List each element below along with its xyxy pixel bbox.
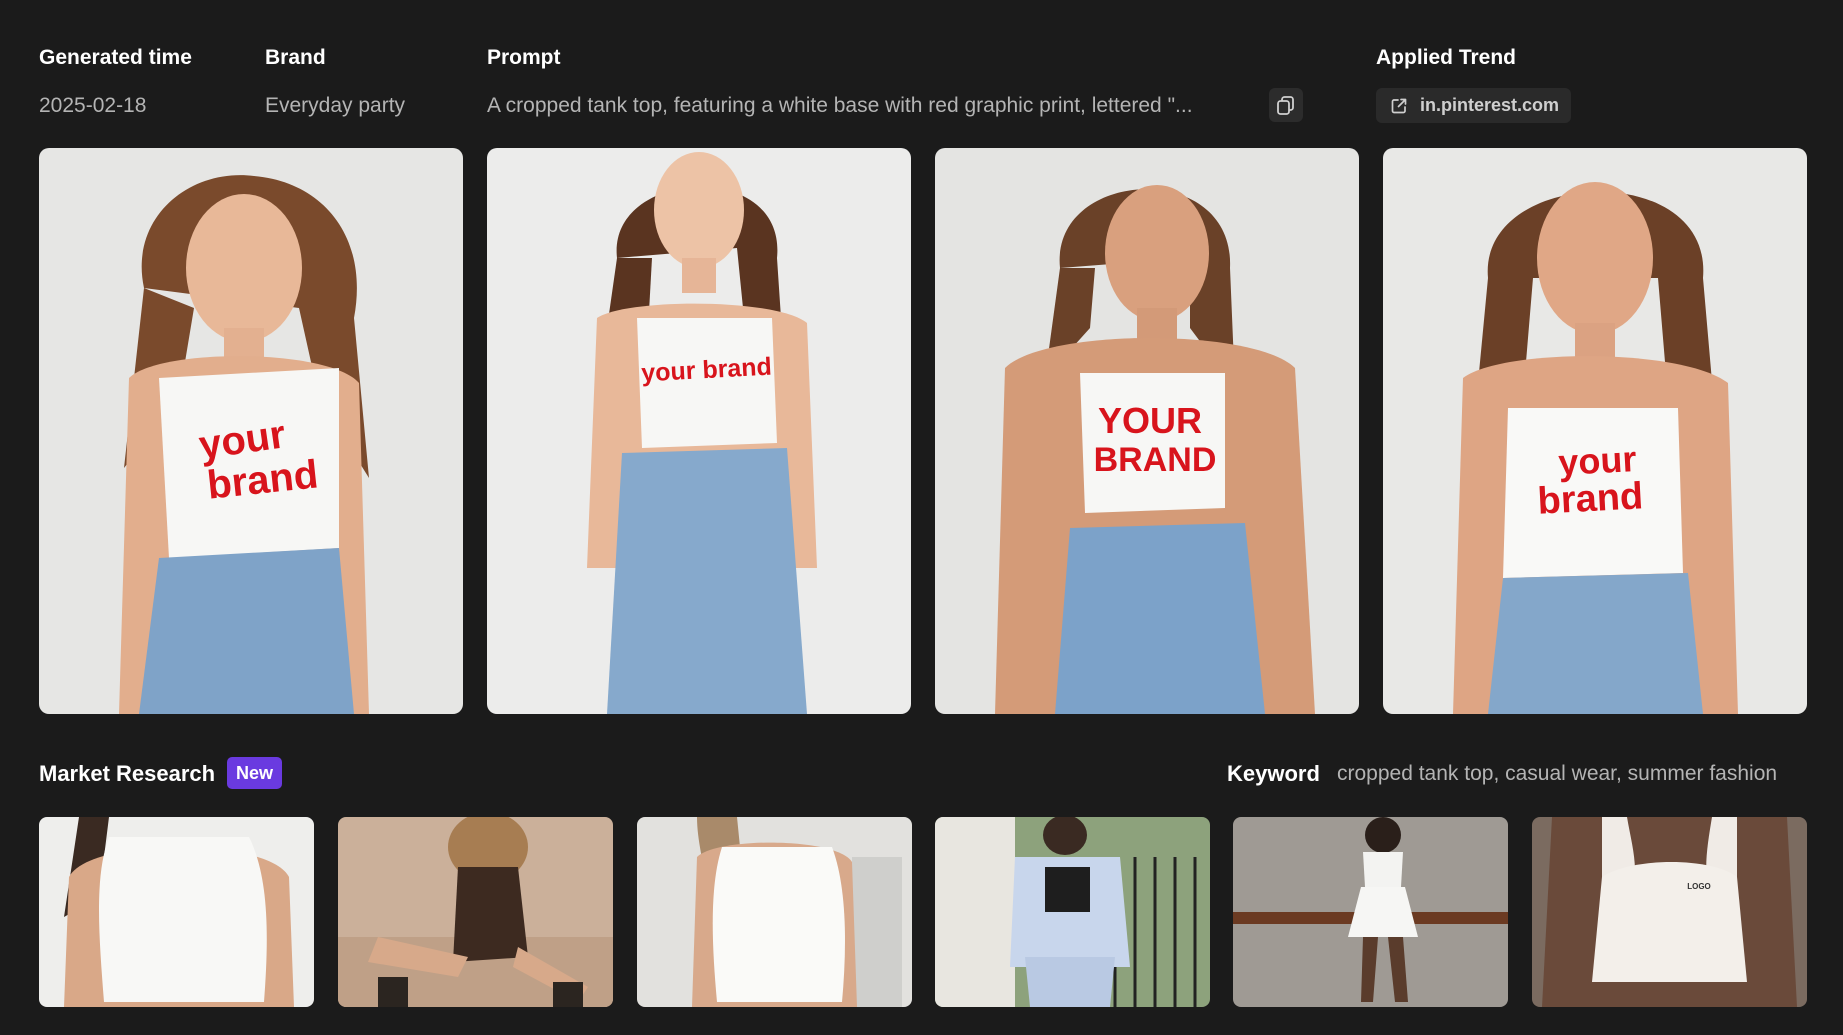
generated-time-value: 2025-02-18 bbox=[39, 94, 147, 117]
market-research-image-4[interactable] bbox=[935, 817, 1210, 1007]
copy-prompt-button[interactable] bbox=[1269, 88, 1303, 122]
market-research-image-2[interactable] bbox=[338, 817, 613, 1007]
copy-icon bbox=[1277, 96, 1294, 115]
print-line: brand bbox=[1537, 475, 1645, 522]
market-research-image-6[interactable]: LOGO bbox=[1532, 817, 1807, 1007]
prompt-label: Prompt bbox=[487, 46, 561, 69]
new-badge: New bbox=[227, 757, 283, 789]
prompt-value: A cropped tank top, featuring a white ba… bbox=[487, 94, 1193, 117]
market-research-title: Market Research bbox=[39, 761, 216, 786]
generated-time-label: Generated time bbox=[39, 46, 192, 69]
applied-trend-link[interactable]: in.pinterest.com bbox=[1376, 88, 1572, 123]
keyword-value: cropped tank top, casual wear, summer fa… bbox=[1337, 762, 1778, 785]
market-research-image-1[interactable] bbox=[39, 817, 314, 1007]
generated-image-3[interactable]: YOUR BRAND bbox=[935, 148, 1359, 714]
generated-image-1[interactable]: your brand bbox=[39, 148, 463, 714]
generated-image-4[interactable]: your brand bbox=[1383, 148, 1807, 714]
generated-image-2[interactable]: your brand bbox=[487, 148, 911, 714]
applied-trend-link-text: in.pinterest.com bbox=[1420, 95, 1560, 115]
applied-trend-label: Applied Trend bbox=[1376, 46, 1517, 69]
print-line: YOUR bbox=[1098, 400, 1202, 441]
market-research-image-5[interactable] bbox=[1233, 817, 1508, 1007]
market-research-image-3[interactable] bbox=[637, 817, 912, 1007]
keyword-label: Keyword bbox=[1227, 761, 1320, 786]
brand-value: Everyday party bbox=[265, 94, 406, 117]
print-line: BRAND bbox=[1094, 441, 1217, 479]
external-link-icon bbox=[1391, 98, 1407, 113]
logo-print: LOGO bbox=[1687, 882, 1711, 891]
brand-label: Brand bbox=[265, 46, 326, 69]
